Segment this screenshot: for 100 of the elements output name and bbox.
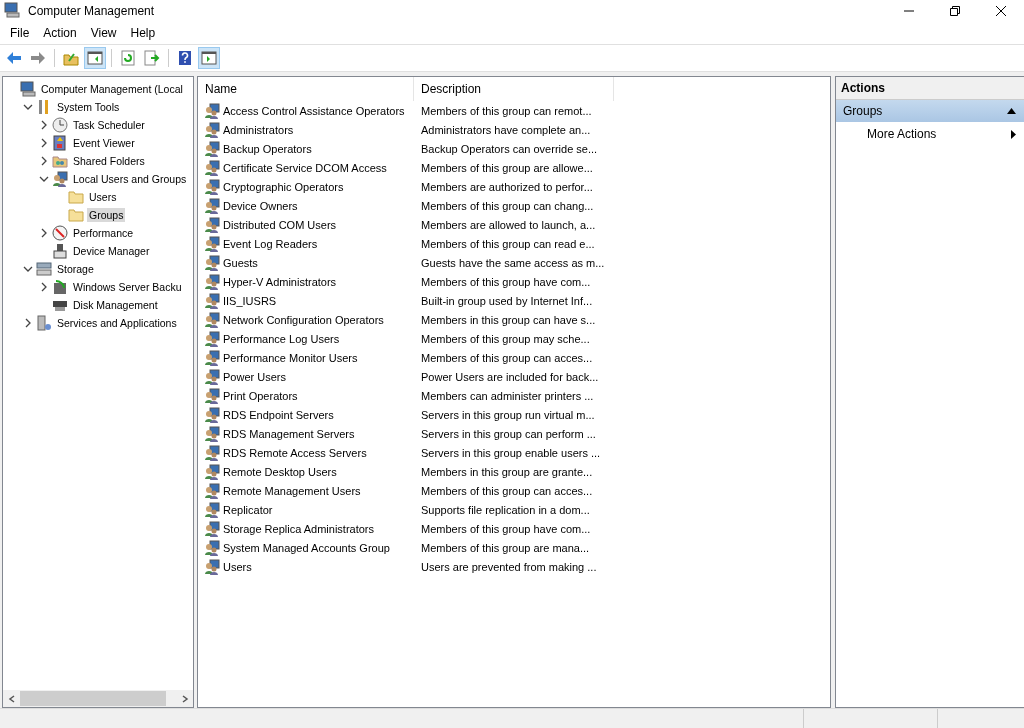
table-cell: Access Control Assistance Operators bbox=[223, 104, 405, 117]
group-icon bbox=[204, 558, 220, 575]
table-cell-text: Servers in this group can perform ... bbox=[420, 427, 597, 440]
table-cell: Performance Log Users bbox=[223, 332, 340, 345]
storage-icon bbox=[36, 261, 52, 277]
group-icon bbox=[204, 387, 220, 404]
table-cell: RDS Management Servers bbox=[223, 427, 355, 440]
forward-icon bbox=[30, 50, 46, 66]
tree-item[interactable]: Local Users and Groups bbox=[71, 172, 189, 186]
table-cell: Device Owners bbox=[223, 199, 298, 212]
group-icon bbox=[204, 425, 220, 442]
computer-icon bbox=[20, 81, 36, 97]
tree-item[interactable]: Storage bbox=[55, 262, 96, 276]
table-cell: Performance Monitor Users bbox=[223, 351, 358, 364]
close-icon bbox=[996, 6, 1006, 16]
tree-item[interactable]: Performance bbox=[71, 226, 136, 240]
tree-item[interactable]: Shared Folders bbox=[71, 154, 147, 168]
tree-item[interactable]: Device Manager bbox=[71, 244, 152, 258]
tree-item[interactable]: Groups bbox=[87, 208, 126, 222]
table-cell: Storage Replica Administrators bbox=[223, 522, 374, 535]
triangle-icon bbox=[1007, 108, 1016, 114]
table-cell-text: Members of this group can acces... bbox=[420, 484, 594, 497]
tree-item[interactable]: Services and Applications bbox=[55, 316, 179, 330]
tree-item[interactable]: Windows Server Backu bbox=[71, 280, 184, 294]
table-cell-text: Members are allowed to launch, a... bbox=[420, 218, 597, 231]
tree-item[interactable]: Task Scheduler bbox=[71, 118, 147, 132]
restore-icon bbox=[950, 6, 960, 16]
pane-toggle-icon bbox=[201, 50, 217, 66]
chevron-right-icon bbox=[180, 694, 189, 703]
group-icon bbox=[204, 140, 220, 157]
group-icon bbox=[204, 311, 220, 328]
table-cell: Remote Management Users bbox=[223, 484, 361, 497]
group-icon bbox=[204, 368, 220, 385]
table-cell: Administrators bbox=[223, 123, 294, 136]
group-icon bbox=[204, 292, 220, 309]
group-icon bbox=[204, 349, 220, 366]
tree-item[interactable]: Event Viewer bbox=[71, 136, 137, 150]
group-icon bbox=[204, 121, 220, 138]
group-icon bbox=[204, 216, 220, 233]
tree-item[interactable]: Computer Management (Local bbox=[39, 82, 185, 96]
table-cell: System Managed Accounts Group bbox=[223, 541, 390, 554]
table-cell: Replicator bbox=[223, 503, 273, 516]
help-icon bbox=[177, 50, 193, 66]
users-icon bbox=[52, 171, 68, 187]
clock-icon bbox=[52, 117, 68, 133]
table-cell: Cryptographic Operators bbox=[223, 180, 344, 193]
table-cell-text: Members can administer printers ... bbox=[420, 389, 595, 402]
group-icon bbox=[204, 444, 220, 461]
pane-toggle-button[interactable] bbox=[198, 47, 220, 69]
table-cell-text: Power Users are included for back... bbox=[420, 370, 600, 383]
group-icon bbox=[204, 463, 220, 480]
table-cell-text: Members of this group can read e... bbox=[420, 237, 596, 250]
tree-item[interactable]: Users bbox=[87, 190, 119, 204]
action-item[interactable]: More Actions bbox=[836, 122, 1024, 146]
table-cell: Power Users bbox=[223, 370, 286, 383]
table-cell: Backup Operators bbox=[223, 142, 312, 155]
triangle-right-icon bbox=[1011, 129, 1016, 139]
table-cell: Remote Desktop Users bbox=[223, 465, 337, 478]
chevron-left-icon bbox=[7, 694, 16, 703]
tree-item[interactable]: System Tools bbox=[55, 100, 122, 114]
actions-header: Actions bbox=[836, 77, 1024, 100]
table-cell: Hyper-V Administrators bbox=[223, 275, 337, 288]
menu-item[interactable]: View bbox=[83, 23, 124, 43]
group-icon bbox=[204, 235, 220, 252]
table-cell: IIS_IUSRS bbox=[223, 294, 277, 307]
table-cell-text: Members of this group are allowe... bbox=[420, 161, 594, 174]
scrollbar-thumb[interactable] bbox=[20, 691, 166, 706]
table-cell: Guests bbox=[223, 256, 258, 269]
export-icon bbox=[144, 50, 160, 66]
group-icon bbox=[204, 254, 220, 271]
table-cell-text: Members of this group have com... bbox=[420, 522, 592, 535]
table-cell-text: Members of this group may sche... bbox=[420, 332, 591, 345]
group-icon bbox=[204, 159, 220, 176]
actions-section-header[interactable]: Groups bbox=[836, 100, 1024, 122]
table-cell: RDS Endpoint Servers bbox=[223, 408, 334, 421]
menu-item[interactable]: Help bbox=[123, 23, 163, 43]
table-cell-text: Members in this group can have s... bbox=[420, 313, 597, 326]
pane-toggle-button[interactable] bbox=[84, 47, 106, 69]
group-icon bbox=[204, 482, 220, 499]
table-cell-text: Members of this group can acces... bbox=[420, 351, 594, 364]
table-cell-text: Servers in this group run virtual m... bbox=[420, 408, 596, 421]
table-cell-text: Members of this group can remot... bbox=[420, 104, 593, 117]
table-cell: Certificate Service DCOM Access bbox=[223, 161, 387, 174]
folder-icon bbox=[68, 207, 84, 223]
table-cell-text: Users are prevented from making ... bbox=[420, 560, 598, 573]
table-cell-text: Members are authorized to perfor... bbox=[420, 180, 594, 193]
group-icon bbox=[204, 520, 220, 537]
group-icon bbox=[204, 406, 220, 423]
menu-item[interactable]: Action bbox=[36, 23, 84, 43]
shared-folder-icon bbox=[52, 153, 68, 169]
table-cell-text: Members of this group have com... bbox=[420, 275, 592, 288]
refresh-icon bbox=[120, 50, 136, 66]
back-icon bbox=[6, 50, 22, 66]
computer-icon bbox=[4, 1, 20, 18]
tree-item[interactable]: Disk Management bbox=[71, 298, 160, 312]
pane-toggle-icon bbox=[87, 50, 103, 66]
table-cell-text: Supports file replication in a dom... bbox=[420, 503, 591, 516]
table-cell-text: Members of this group are mana... bbox=[420, 541, 591, 554]
menu-item[interactable]: File bbox=[3, 23, 37, 43]
table-cell: Event Log Readers bbox=[223, 237, 318, 250]
